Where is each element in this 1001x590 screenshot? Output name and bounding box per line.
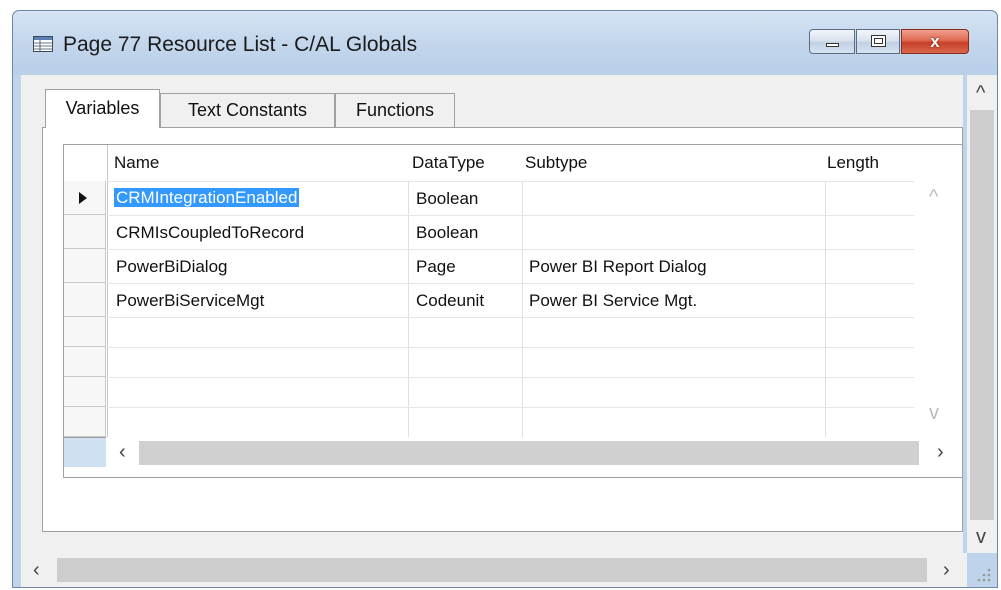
row-indicator[interactable] [64, 181, 106, 215]
tab-text-constants[interactable]: Text Constants [160, 93, 335, 127]
table-icon [33, 36, 53, 52]
scroll-up-icon[interactable]: ^ [929, 187, 938, 207]
table-row-cell-name[interactable]: CRMIntegrationEnabled [114, 188, 300, 208]
row-divider [107, 347, 914, 348]
table-row-cell-datatype[interactable]: Boolean [416, 223, 478, 243]
maximize-button[interactable] [856, 29, 900, 54]
row-divider [107, 283, 914, 284]
tab-variables[interactable]: Variables [45, 89, 160, 128]
table-row-cell-name[interactable]: PowerBiDialog [116, 257, 228, 277]
row-divider [107, 317, 914, 318]
row-divider [107, 377, 914, 378]
scroll-down-icon[interactable]: v [929, 403, 939, 423]
selected-cell-text[interactable]: CRMIntegrationEnabled [114, 188, 300, 207]
table-row-cell-datatype[interactable]: Boolean [416, 189, 478, 209]
scroll-left-icon[interactable]: ‹ [119, 442, 126, 462]
row-indicator[interactable] [64, 377, 106, 407]
minimize-icon [826, 43, 839, 47]
variables-grid: Name DataType Subtype Length CRMIntegrat… [63, 144, 963, 478]
table-row-cell-datatype[interactable]: Page [416, 257, 456, 277]
column-separator [408, 181, 409, 437]
size-grip-icon[interactable] [969, 556, 995, 586]
table-row-cell-datatype[interactable]: Codeunit [416, 291, 484, 311]
window-horizontal-thumb[interactable] [57, 558, 927, 582]
scroll-right-icon[interactable]: › [943, 560, 950, 580]
maximize-icon [871, 35, 886, 47]
title-bar[interactable]: Page 77 Resource List - C/AL Globals x [13, 11, 997, 75]
row-indicator[interactable] [64, 347, 106, 377]
row-indicator-separator [107, 145, 108, 437]
row-divider [107, 181, 914, 182]
close-icon: x [930, 32, 940, 51]
column-separator [825, 181, 826, 437]
row-divider [107, 407, 914, 408]
window-title: Page 77 Resource List - C/AL Globals [63, 33, 418, 56]
row-indicator[interactable] [64, 317, 106, 347]
row-indicator[interactable] [64, 283, 106, 317]
grid-horizontal-scrollbar[interactable]: ‹ › [107, 437, 959, 467]
grid-vertical-scrollbar[interactable]: ^ v [916, 181, 954, 437]
scroll-up-icon[interactable]: ^ [976, 83, 985, 103]
scroll-right-icon[interactable]: › [937, 442, 944, 462]
row-divider [107, 215, 914, 216]
minimize-button[interactable] [809, 29, 855, 54]
grid-horizontal-thumb[interactable] [139, 441, 919, 465]
column-header-datatype[interactable]: DataType [412, 153, 485, 173]
window-vertical-thumb[interactable] [970, 110, 994, 520]
row-indicator[interactable] [64, 249, 106, 283]
column-header-name[interactable]: Name [114, 153, 159, 173]
column-header-length[interactable]: Length [827, 153, 879, 173]
table-row-cell-subtype[interactable]: Power BI Service Mgt. [529, 291, 697, 311]
tab-functions[interactable]: Functions [335, 93, 455, 127]
table-row-cell-name[interactable]: PowerBiServiceMgt [116, 291, 264, 311]
column-header-subtype[interactable]: Subtype [525, 153, 587, 173]
row-pointer-icon [79, 192, 87, 204]
window-vertical-scrollbar[interactable]: ^ v [967, 75, 997, 553]
row-divider [107, 249, 914, 250]
column-separator [522, 181, 523, 437]
scroll-down-icon[interactable]: v [976, 527, 986, 547]
grid-corner [64, 437, 106, 467]
table-row-cell-subtype[interactable]: Power BI Report Dialog [529, 257, 707, 277]
table-row-cell-name[interactable]: CRMIsCoupledToRecord [116, 223, 304, 243]
row-indicator[interactable] [64, 407, 106, 437]
scroll-left-icon[interactable]: ‹ [33, 560, 40, 580]
close-button[interactable]: x [901, 29, 969, 54]
row-indicator[interactable] [64, 215, 106, 249]
dialog-window: Page 77 Resource List - C/AL Globals x V… [12, 10, 998, 588]
window-horizontal-scrollbar[interactable]: ‹ › [21, 553, 967, 587]
